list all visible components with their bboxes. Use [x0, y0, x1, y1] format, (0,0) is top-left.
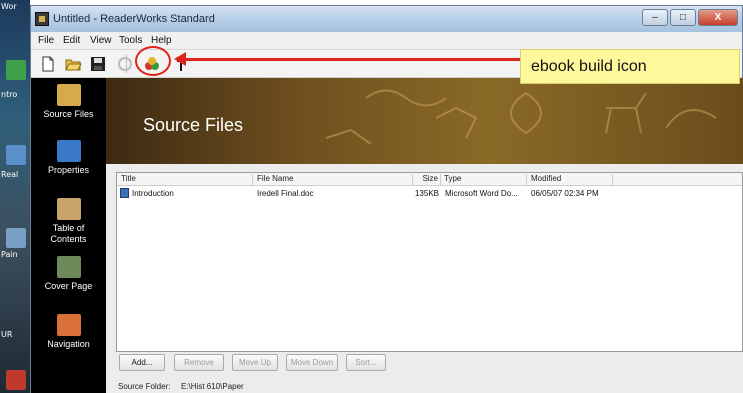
nav-item-table-of-contents[interactable]: Table of Contents	[31, 198, 106, 245]
source-files-panel: Title File Name Size Type Modified Intro…	[106, 164, 743, 393]
desktop-label: Real	[1, 170, 19, 179]
nav-label: Source Files	[43, 109, 94, 119]
cell-title: Introduction	[132, 189, 174, 198]
cell-size: 135KB	[414, 189, 439, 198]
sort-button[interactable]: Sort...	[346, 354, 386, 371]
table-of-contents-icon	[56, 198, 81, 220]
column-header-type[interactable]: Type	[441, 174, 527, 185]
navigation-sidebar: Source Files Properties Table of Content…	[31, 78, 106, 393]
minimize-button[interactable]: –	[642, 9, 668, 26]
nav-label: Properties	[47, 165, 90, 175]
source-folder-value: E:\Hist 610\Paper	[181, 382, 244, 391]
nav-label: Table of Contents	[50, 223, 87, 244]
properties-icon	[56, 140, 81, 162]
nav-item-source-files[interactable]: Source Files	[31, 84, 106, 120]
table-row[interactable]: Introduction Iredell Final.doc 135KB Mic…	[117, 188, 742, 200]
nav-label: Cover Page	[44, 281, 93, 291]
open-folder-icon[interactable]	[64, 55, 82, 73]
move-down-button[interactable]: Move Down	[286, 354, 338, 371]
menu-view[interactable]: View	[90, 35, 112, 46]
cell-file-name: Iredell Final.doc	[257, 189, 314, 198]
maximize-button[interactable]: □	[670, 9, 696, 26]
column-header-file-name[interactable]: File Name	[253, 174, 413, 185]
disabled-tool-icon[interactable]	[116, 55, 134, 73]
annotation-circle	[135, 46, 171, 76]
nav-item-properties[interactable]: Properties	[31, 140, 106, 176]
source-folder-label: Source Folder:	[118, 382, 171, 391]
menu-tools[interactable]: Tools	[119, 35, 142, 46]
navigation-icon	[56, 314, 81, 336]
menu-help[interactable]: Help	[151, 35, 172, 46]
source-files-icon	[56, 84, 81, 106]
desktop-label: UR	[1, 330, 13, 339]
column-header-size[interactable]: Size	[413, 174, 441, 185]
window-title: Untitled - ReaderWorks Standard	[53, 13, 215, 25]
close-button[interactable]: X	[698, 9, 738, 26]
cell-type: Microsoft Word Do...	[445, 189, 518, 198]
column-header-title[interactable]: Title	[117, 174, 253, 185]
desktop-label: Wor	[1, 2, 17, 11]
move-up-button[interactable]: Move Up	[232, 354, 278, 371]
desktop-app-icon[interactable]	[6, 60, 26, 80]
nav-item-cover-page[interactable]: Cover Page	[31, 256, 106, 292]
desktop-app-icon[interactable]	[6, 228, 26, 248]
page-title: Source Files	[143, 115, 244, 135]
menu-file[interactable]: File	[38, 35, 54, 46]
desktop-background: Wor ntro Real Pain UR	[0, 0, 30, 393]
menu-edit[interactable]: Edit	[63, 35, 80, 46]
desktop-app-icon[interactable]	[6, 145, 26, 165]
title-bar[interactable]: Untitled - ReaderWorks Standard – □ X	[31, 6, 742, 32]
desktop-label: Pain	[1, 250, 18, 259]
section-banner: Source Files	[106, 78, 743, 164]
word-document-icon	[120, 188, 129, 198]
list-header: Title File Name Size Type Modified	[117, 173, 742, 186]
save-icon[interactable]	[89, 55, 107, 73]
desktop-app-icon[interactable]	[6, 370, 26, 390]
nav-item-navigation[interactable]: Navigation	[31, 314, 106, 350]
column-header-modified[interactable]: Modified	[527, 174, 613, 185]
add-button[interactable]: Add...	[119, 354, 165, 371]
annotation-callout: ebook build icon	[520, 49, 740, 84]
cover-page-icon	[56, 256, 81, 278]
annotation-text: ebook build icon	[531, 58, 647, 75]
remove-button[interactable]: Remove	[174, 354, 224, 371]
annotation-arrow-line	[184, 58, 520, 61]
new-file-icon[interactable]	[39, 55, 57, 73]
source-files-list[interactable]: Title File Name Size Type Modified Intro…	[116, 172, 743, 352]
desktop-label: ntro	[1, 90, 18, 99]
app-icon[interactable]	[35, 12, 49, 26]
cell-modified: 06/05/07 02:34 PM	[531, 189, 599, 198]
menu-bar: File Edit View Tools Help	[31, 32, 742, 50]
nav-label: Navigation	[47, 339, 90, 349]
